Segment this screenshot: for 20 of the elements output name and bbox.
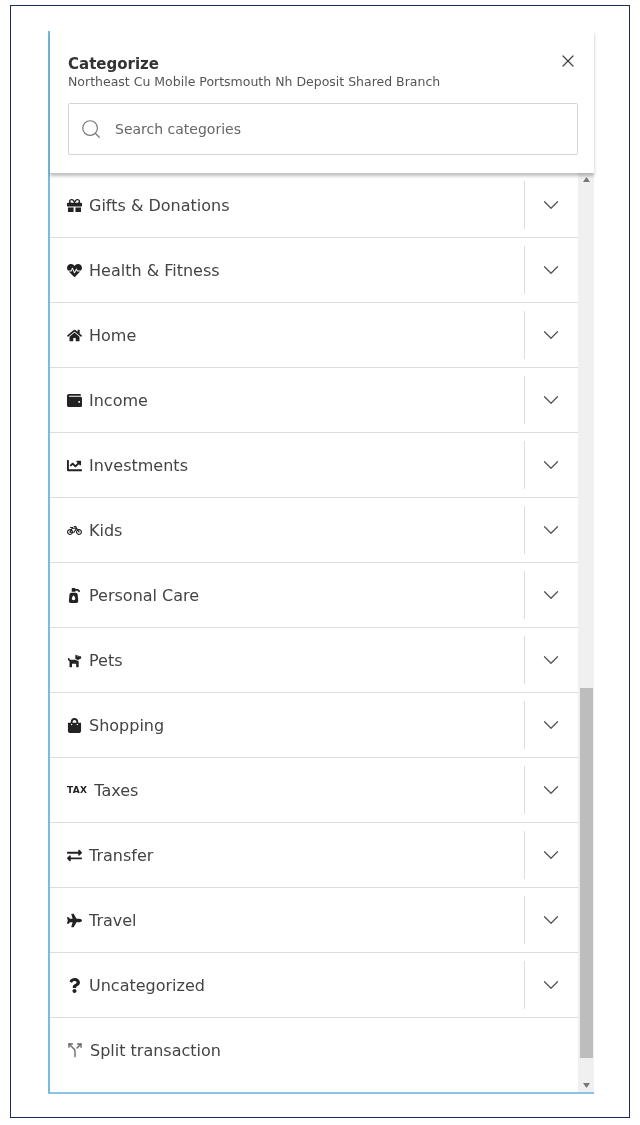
plane-icon <box>67 912 82 928</box>
tax-icon: TAX <box>67 785 88 795</box>
heartbeat-icon <box>67 262 82 278</box>
wallet-icon <box>67 392 82 408</box>
panel-title: Categorize <box>68 55 159 73</box>
bag-icon <box>67 717 82 733</box>
house-icon <box>67 327 82 343</box>
line-chart-icon <box>67 457 82 473</box>
question-mark-icon <box>67 977 82 993</box>
transaction-description: Northeast Cu Mobile Portsmouth Nh Deposit Shared Branch <box>68 73 442 91</box>
arrows-icon <box>67 847 82 863</box>
search-field[interactable]: Search categories <box>68 103 578 155</box>
split-icon <box>67 1042 83 1058</box>
scrollbar[interactable] <box>578 173 594 1092</box>
search-icon <box>80 118 102 140</box>
scroll-up-icon[interactable] <box>582 177 590 182</box>
gift-icon <box>67 197 82 213</box>
scroll-down-icon[interactable] <box>582 1083 590 1088</box>
bottle-icon <box>67 587 82 603</box>
dog-icon <box>67 652 82 668</box>
